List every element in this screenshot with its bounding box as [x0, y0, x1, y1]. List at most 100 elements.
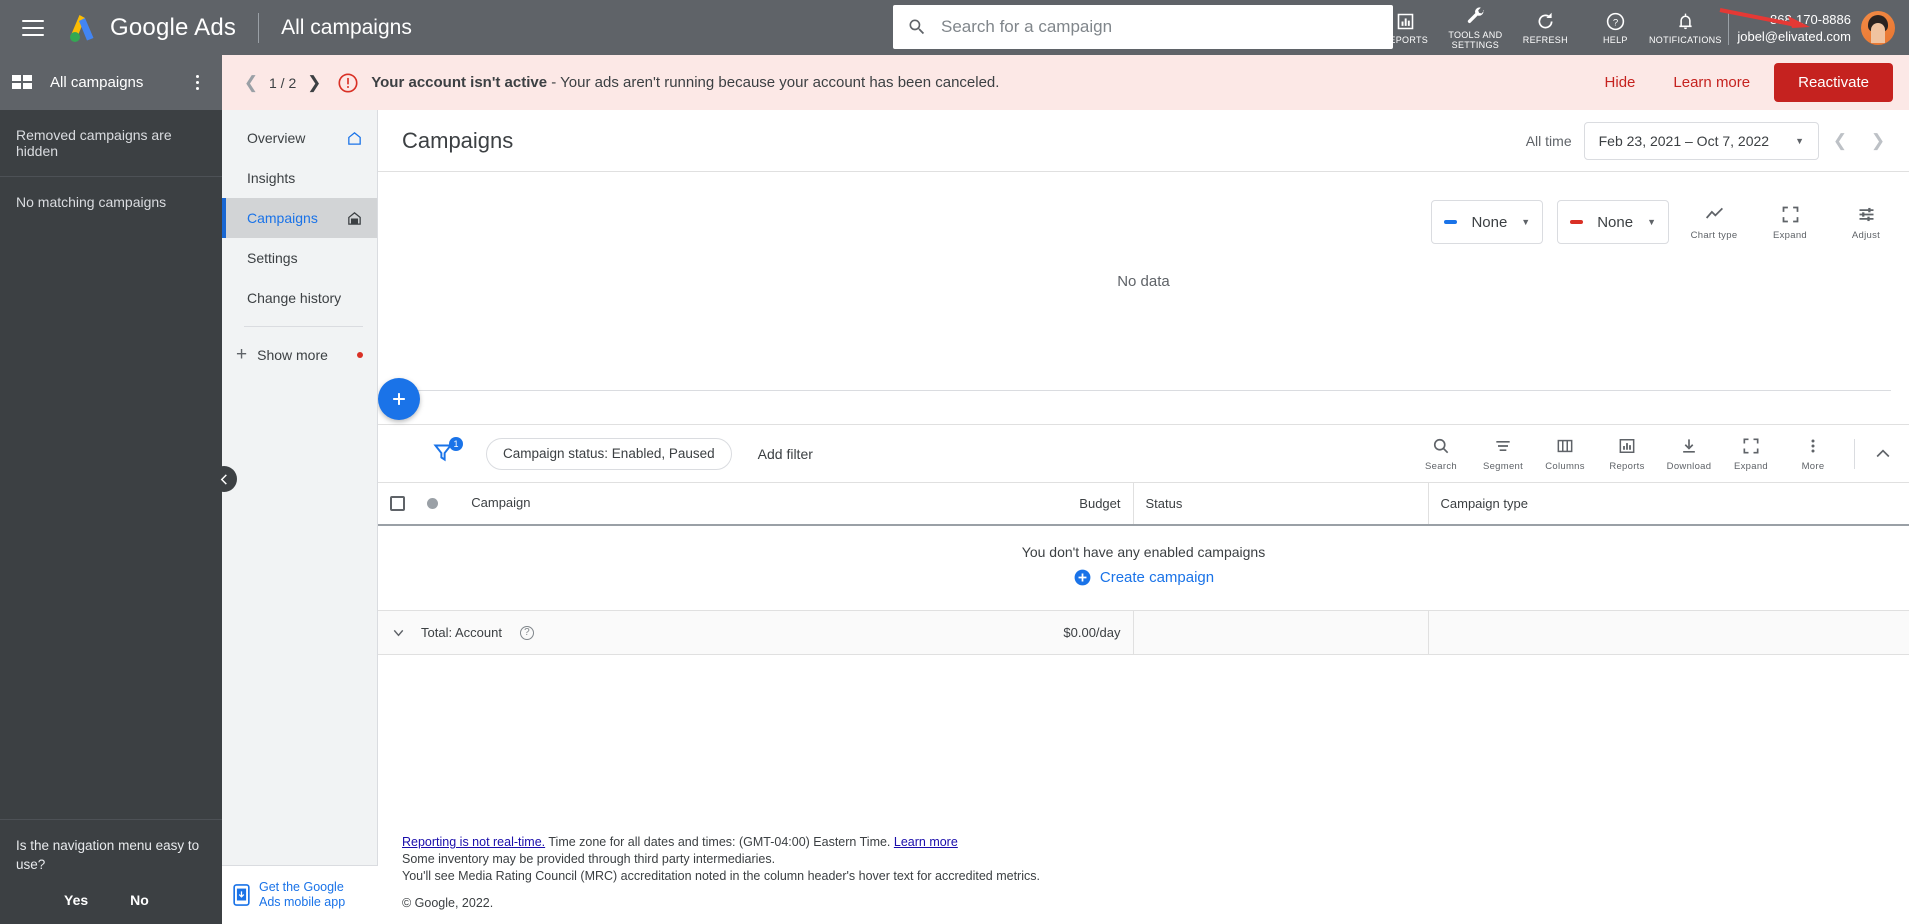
chevron-up-icon: [1876, 448, 1890, 457]
home-outline-icon[interactable]: [346, 130, 363, 147]
top-app-bar: Google Ads All campaigns Reports Tools a…: [0, 0, 1909, 55]
create-campaign-fab[interactable]: [378, 378, 420, 420]
nav-item-insights[interactable]: Insights: [222, 158, 377, 198]
nav-item-overview[interactable]: Overview: [222, 118, 377, 158]
table-expand-button[interactable]: Expand: [1720, 436, 1782, 472]
chevron-down-icon: ▼: [1795, 135, 1804, 146]
account-side-panel: All campaigns Removed campaigns are hidd…: [0, 55, 222, 924]
date-range-picker[interactable]: Feb 23, 2021 – Oct 7, 2022 ▼: [1583, 121, 1819, 160]
add-filter-button[interactable]: Add filter: [758, 446, 813, 462]
tools-settings-button[interactable]: Tools and settings: [1440, 0, 1510, 55]
search-input[interactable]: [939, 16, 1379, 38]
banner-headline: Your account isn't active: [371, 74, 548, 91]
help-button-label: Help: [1602, 34, 1628, 45]
table-more-button[interactable]: More: [1782, 436, 1844, 472]
removed-campaigns-note: Removed campaigns are hidden: [0, 110, 222, 177]
total-row-expand-button[interactable]: [390, 624, 407, 641]
main-content: Campaigns All time Feb 23, 2021 – Oct 7,…: [378, 110, 1909, 924]
section-nav: Overview Insights Campaigns Settings Cha…: [222, 110, 378, 924]
reports-button[interactable]: Reports: [1370, 0, 1440, 55]
refresh-button[interactable]: Refresh: [1510, 0, 1580, 55]
table-download-button-label: Download: [1666, 460, 1712, 472]
hamburger-menu-icon[interactable]: [22, 19, 44, 36]
table-header-status: Status: [1132, 482, 1428, 526]
filter-button[interactable]: 1: [430, 436, 463, 469]
mobile-app-promo[interactable]: Get the Google Ads mobile app: [222, 865, 378, 924]
table-toolbar-actions: Search Segment Columns Reports Download …: [1410, 436, 1901, 472]
notifications-button[interactable]: Notifications: [1648, 0, 1722, 55]
svg-text:?: ?: [1613, 17, 1618, 28]
search-icon: [909, 19, 925, 35]
filter-chip-campaign-status[interactable]: Campaign status: Enabled, Paused: [486, 437, 732, 470]
plus-icon: +: [236, 344, 248, 365]
side-panel-more-icon[interactable]: [184, 70, 210, 96]
reports-bar-chart-icon: [1619, 438, 1635, 453]
help-button[interactable]: ? Help: [1580, 0, 1650, 55]
footer-line-1: Reporting is not real-time. Time zone fo…: [402, 834, 1040, 851]
banner-prev-button[interactable]: ❮: [238, 70, 264, 96]
side-panel-collapse-handle[interactable]: [211, 466, 237, 492]
nav-item-campaigns[interactable]: Campaigns: [222, 198, 377, 238]
nav-item-insights-label: Insights: [247, 170, 296, 186]
table-toolbar: 1 Campaign status: Enabled, Paused Add f…: [378, 424, 1909, 482]
reactivate-button[interactable]: Reactivate: [1774, 63, 1893, 102]
navigation-survey: Is the navigation menu easy to use? Yes …: [0, 819, 222, 924]
nav-item-settings-label: Settings: [247, 250, 298, 266]
survey-no-button[interactable]: No: [130, 892, 149, 908]
footer-line-2: Some inventory may be provided through t…: [402, 852, 776, 866]
table-empty-state-cell: You don't have any enabled campaigns Cre…: [378, 524, 1909, 611]
nav-item-change-history-label: Change history: [247, 290, 342, 306]
banner-detail: Your ads aren't running because your acc…: [560, 74, 1000, 91]
banner-pager: ❮ 1 / 2 ❯: [238, 70, 327, 96]
total-row-status: [1132, 610, 1428, 655]
reporting-not-realtime-link[interactable]: Reporting is not real-time.: [402, 835, 545, 849]
brand-title: Google Ads: [110, 13, 237, 41]
date-next-button[interactable]: ❯: [1861, 124, 1895, 158]
total-row-campaign-type: [1427, 610, 1909, 655]
survey-yes-button[interactable]: Yes: [64, 892, 88, 908]
date-prev-button[interactable]: ❮: [1823, 124, 1857, 158]
footer-learn-more-link[interactable]: Learn more: [894, 835, 958, 849]
reports-bar-chart-icon: [1397, 13, 1414, 29]
campaigns-table: Campaign Budget Status Campaign type You…: [378, 482, 1909, 655]
table-search-button[interactable]: Search: [1410, 436, 1472, 472]
avatar[interactable]: [1861, 10, 1895, 45]
select-all-checkbox[interactable]: [390, 496, 405, 512]
bell-icon: [1679, 13, 1692, 29]
table-header-campaign-type: Campaign type: [1427, 482, 1909, 526]
nav-item-overview-label: Overview: [247, 130, 306, 146]
nav-item-settings[interactable]: Settings: [222, 238, 377, 278]
footer-copyright: © Google, 2022.: [402, 896, 494, 910]
banner-hide-button[interactable]: Hide: [1591, 66, 1650, 99]
search-icon: [1433, 438, 1449, 453]
grid-apps-icon[interactable]: [12, 74, 34, 92]
banner-learn-more-link[interactable]: Learn more: [1659, 66, 1764, 99]
table-segment-button[interactable]: Segment: [1472, 436, 1534, 472]
create-campaign-link[interactable]: Create campaign: [1073, 568, 1214, 587]
chart-no-data-message: No data: [1117, 272, 1170, 290]
reports-button-label: Reports: [1382, 34, 1429, 45]
table-download-button[interactable]: Download: [1658, 436, 1720, 472]
create-campaign-link-label: Create campaign: [1099, 568, 1215, 586]
download-icon: [1683, 438, 1695, 453]
table-reports-button-label: Reports: [1609, 460, 1645, 472]
toolbar-collapse-button[interactable]: [1865, 436, 1901, 472]
help-question-icon[interactable]: ?: [519, 625, 534, 640]
page-footer: Reporting is not real-time. Time zone fo…: [378, 834, 1064, 912]
nav-show-more-button[interactable]: + Show more: [222, 335, 377, 375]
banner-next-button[interactable]: ❯: [301, 70, 327, 96]
help-question-icon: ?: [1606, 12, 1625, 30]
notifications-button-label: Notifications: [1648, 34, 1722, 45]
table-more-button-label: More: [1801, 460, 1825, 472]
side-panel-header: All campaigns: [0, 55, 222, 110]
brand-divider: [258, 12, 260, 43]
home-filled-icon[interactable]: [346, 210, 363, 227]
nav-item-change-history[interactable]: Change history: [222, 278, 377, 318]
table-columns-button[interactable]: Columns: [1534, 436, 1596, 472]
table-reports-button[interactable]: Reports: [1596, 436, 1658, 472]
filter-count-badge: 1: [449, 436, 463, 451]
status-circle-icon[interactable]: [426, 498, 438, 510]
global-search-bar[interactable]: [893, 5, 1393, 49]
nav-show-more-label: Show more: [257, 347, 328, 363]
table-header-row: Campaign Budget Status Campaign type: [378, 482, 1909, 526]
